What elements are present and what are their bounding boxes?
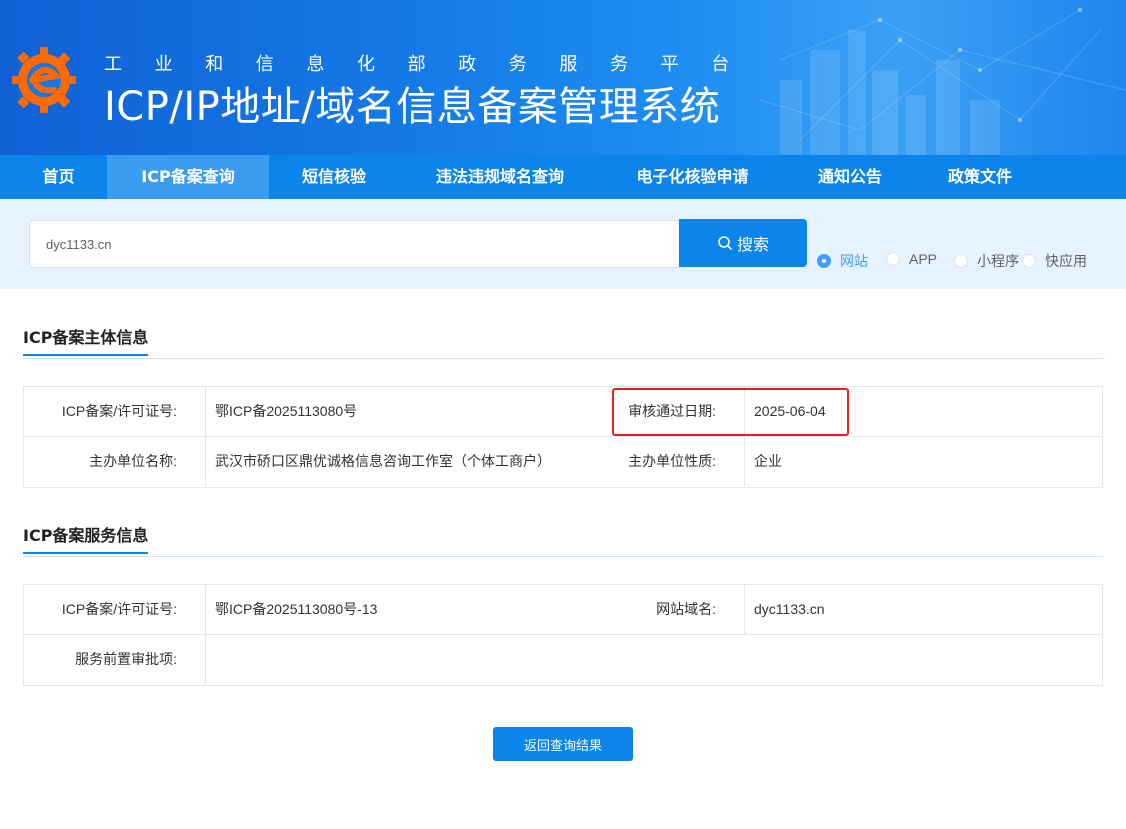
org-name-label: 主办单位名称: [24,437,205,486]
nav-item-icp-query[interactable]: ICP备案查询 [107,155,269,199]
pre-approval-label: 服务前置审批项: [24,635,205,684]
search-icon [718,236,732,250]
nav-item-e-verify-apply[interactable]: 电子化核验申请 [610,155,775,199]
license-label: ICP备案/许可证号: [24,387,205,436]
approve-date-value: 2025-06-04 [754,403,826,419]
table-row: ICP备案/许可证号: 鄂ICP备2025113080号 审核通过日期: 202… [24,387,1102,437]
city-skyline-decoration [760,8,1126,155]
radio-checked-icon [817,254,831,268]
subject-info-table: ICP备案/许可证号: 鄂ICP备2025113080号 审核通过日期: 202… [23,386,1103,488]
radio-quick-app-label: 快应用 [1045,253,1087,269]
radio-website-label: 网站 [840,253,868,269]
search-section: 搜索 网站 APP 小程序 快应用 [0,199,1126,289]
search-button[interactable]: 搜索 [679,219,807,267]
radio-quick-app[interactable]: 快应用 [1022,251,1087,271]
system-title: ICP/IP地址/域名信息备案管理系统 [104,84,721,130]
service-info-table: ICP备案/许可证号: 鄂ICP备2025113080号-13 网站域名: dy… [23,584,1103,686]
radio-unchecked-icon [954,254,968,268]
nav-item-sms-verify[interactable]: 短信核验 [280,155,388,199]
radio-app-label: APP [909,251,938,267]
approve-date-label: 审核通过日期: [562,387,744,436]
nav-item-policy-docs[interactable]: 政策文件 [925,155,1035,199]
radio-unchecked-icon [1022,254,1036,268]
nav-item-home[interactable]: 首页 [0,155,117,199]
table-row: 主办单位名称: 武汉市硚口区鼎优诚格信息咨询工作室（个体工商户） 主办单位性质:… [24,437,1102,487]
license-value: 鄂ICP备2025113080号 [215,403,358,419]
table-row: ICP备案/许可证号: 鄂ICP备2025113080号-13 网站域名: dy… [24,585,1102,635]
search-button-label: 搜索 [736,235,769,254]
nav-item-illegal-domain-query[interactable]: 违法违规域名查询 [410,155,590,199]
org-type-value: 企业 [754,453,782,469]
domain-value: dyc1133.cn [754,601,825,617]
section-divider [23,358,1103,359]
miit-logo-icon [12,47,76,113]
radio-unchecked-icon [886,252,900,266]
nav-item-notices[interactable]: 通知公告 [795,155,905,199]
section-divider [23,556,1103,557]
pre-approval-value [205,635,1102,684]
domain-label: 网站域名: [562,585,744,634]
service-license-label: ICP备案/许可证号: [24,585,205,634]
table-row: 服务前置审批项: [24,635,1102,685]
radio-website[interactable]: 网站 [817,251,868,271]
back-to-results-button[interactable]: 返回查询结果 [493,727,633,761]
service-section-title: ICP备案服务信息 [23,522,149,554]
service-license-value: 鄂ICP备2025113080号-13 [215,601,378,617]
subject-section-title: ICP备案主体信息 [23,324,149,356]
main-nav: 首页 ICP备案查询 短信核验 违法违规域名查询 电子化核验申请 通知公告 政策… [0,155,1126,199]
ministry-subtitle: 工业和信息化部政务服务平台 [104,54,762,75]
org-type-label: 主办单位性质: [562,437,744,486]
org-name-value: 武汉市硚口区鼎优诚格信息咨询工作室（个体工商户） [215,453,551,469]
radio-mini-program[interactable]: 小程序 [954,251,1019,271]
search-input[interactable] [29,220,680,268]
radio-app[interactable]: APP [886,251,937,267]
radio-mini-program-label: 小程序 [977,253,1019,269]
header-banner: 工业和信息化部政务服务平台 ICP/IP地址/域名信息备案管理系统 [0,0,1126,155]
